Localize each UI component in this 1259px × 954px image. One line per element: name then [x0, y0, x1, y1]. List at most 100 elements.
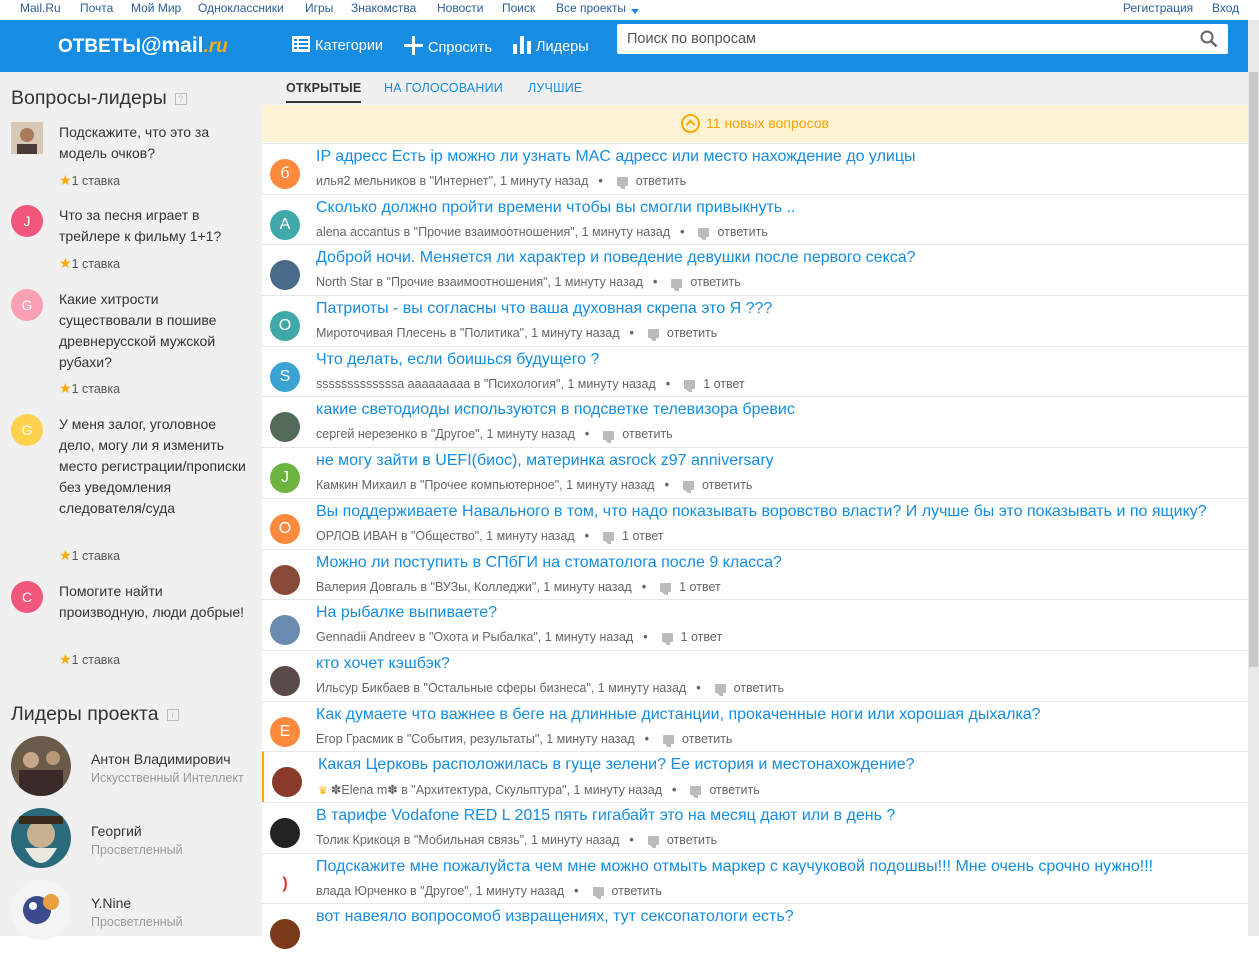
question-title-link[interactable]: В тарифе Vodafone RED L 2015 пять гигаба… [316, 807, 895, 825]
nav-ask[interactable]: Спросить [404, 36, 492, 59]
question-row[interactable]: На рыбалке выпиваете? Gennadii Andreev в … [262, 599, 1258, 650]
question-title-link[interactable]: IP адресс Есть ip можно ли узнать MAC ад… [316, 148, 916, 166]
question-row[interactable]: Какая Церковь расположилась в гуще зелен… [262, 751, 1258, 802]
answer-link[interactable]: ответить [702, 478, 752, 492]
question-title-link[interactable]: Какая Церковь расположилась в гуще зелен… [318, 756, 915, 774]
topnav-link-igry[interactable]: Игры [305, 0, 333, 16]
question-author-category[interactable]: ✽Elena m✽ в "Архитектура, Скульптура", 1… [331, 783, 662, 797]
project-leader-item[interactable]: Антон Владимирович Искусственный Интелле… [11, 736, 261, 796]
answer-link[interactable]: ответить [636, 174, 686, 188]
leader-question-text[interactable]: Подскажите, что это за модель очков? [59, 122, 249, 164]
tab-best[interactable]: ЛУЧШИЕ [528, 81, 582, 95]
avatar[interactable] [270, 412, 300, 443]
register-link[interactable]: Регистрация [1123, 0, 1193, 16]
question-title-link[interactable]: На рыбалке выпиваете? [316, 604, 497, 622]
question-author-category[interactable]: Валерия Довгаль в "ВУЗы, Колледжи", 1 ми… [316, 580, 632, 594]
leader-name[interactable]: Антон Владимирович [91, 751, 231, 767]
answer-link[interactable]: 1 ответ [703, 377, 745, 391]
question-author-category[interactable]: Ильсур Бикбаев в "Остальные сферы бизнес… [316, 681, 686, 695]
answer-link[interactable]: 1 ответ [681, 630, 723, 644]
question-title-link[interactable]: кто хочет кэшбэк? [316, 655, 450, 673]
project-leader-item[interactable]: Георгий Просветленный [11, 808, 261, 868]
question-author-category[interactable]: Егор Грасмик в "События, результаты", 1 … [316, 732, 635, 746]
question-author-category[interactable]: Толик Крикоця в "Мобильная связь", 1 мин… [316, 833, 619, 847]
answer-link[interactable]: ответить [734, 681, 784, 695]
question-row[interactable]: вот навеяло вопросомоб извращениях, тут … [262, 903, 1258, 954]
avatar[interactable] [270, 817, 300, 848]
chevron-down-icon[interactable] [631, 9, 639, 14]
question-author-category[interactable]: илья2 мельников в "Интернет", 1 минуту н… [316, 174, 588, 188]
avatar[interactable]: О [270, 513, 300, 544]
scrollbar[interactable] [1248, 20, 1259, 936]
question-title-link[interactable]: Патриоты - вы согласны что ваша духовная… [316, 300, 772, 318]
question-title-link[interactable]: не могу зайти в UEFI(биос), материнка as… [316, 452, 774, 470]
question-title-link[interactable]: Как думаете что важнее в беге на длинные… [316, 706, 1041, 724]
question-row[interactable]: Можно ли поступить в СПбГИ на стоматолог… [262, 548, 1258, 600]
leader-question-text[interactable]: Какие хитрости существовали в пошиве дре… [59, 289, 249, 373]
nav-categories[interactable]: Категории [292, 36, 383, 56]
avatar[interactable]: E [270, 716, 300, 747]
search-input[interactable] [627, 28, 1187, 50]
project-leader-item[interactable]: Y.Nine Просветленный [11, 880, 261, 940]
avatar[interactable] [270, 564, 300, 595]
topnav-link-moi-mir[interactable]: Мой Мир [131, 0, 181, 16]
question-author-category[interactable]: North Star в "Прочие взаимоотношения", 1… [316, 275, 643, 289]
avatar[interactable] [270, 919, 300, 950]
question-author-category[interactable]: alena accantus в "Прочие взаимоотношения… [316, 225, 670, 239]
answer-link[interactable]: ответить [622, 427, 672, 441]
question-title-link[interactable]: Можно ли поступить в СПбГИ на стоматолог… [316, 554, 782, 572]
avatar[interactable] [11, 808, 71, 868]
question-author-category[interactable]: сергей нерезенко в "Другое", 1 минуту на… [316, 427, 575, 441]
question-title-link[interactable]: Подскажите мне пожалуйста чем мне можно … [316, 858, 1153, 876]
question-title-link[interactable]: какие светодиоды используются в подсветк… [316, 401, 795, 419]
avatar[interactable]: J [270, 463, 300, 494]
question-author-category[interactable]: влада Юрченко в "Другое", 1 минуту назад [316, 884, 564, 898]
question-row[interactable]: В тарифе Vodafone RED L 2015 пять гигаба… [262, 801, 1258, 853]
question-row[interactable]: О Вы поддерживаете Навального в том, что … [262, 497, 1258, 549]
question-row[interactable]: A Сколько должно пройти времени чтобы вы … [262, 193, 1258, 245]
leader-question-text[interactable]: Помогите найти производную, люди добрые! [59, 581, 249, 623]
nav-leaders[interactable]: Лидеры [513, 36, 589, 58]
answer-link[interactable]: ответить [709, 783, 759, 797]
question-author-category[interactable]: Камкин Михаил в "Прочее компьютерное", 1… [316, 478, 655, 492]
question-row[interactable]: какие светодиоды используются в подсветк… [262, 396, 1258, 448]
avatar[interactable] [11, 880, 71, 940]
question-row[interactable]: ) Подскажите мне пожалуйста чем мне можно… [262, 852, 1258, 904]
answer-link[interactable]: 1 ответ [622, 529, 664, 543]
answer-link[interactable]: 1 ответ [679, 580, 721, 594]
answer-link[interactable]: ответить [682, 732, 732, 746]
info-icon[interactable]: i [166, 708, 179, 721]
avatar[interactable] [270, 615, 300, 646]
topnav-link-odnoklassniki[interactable]: Одноклассники [198, 0, 284, 16]
avatar[interactable]: S [270, 361, 300, 392]
avatar[interactable] [11, 736, 71, 796]
question-row[interactable]: S Что делать, если боишься будущего ? ssss… [262, 345, 1258, 397]
topnav-link-znakomstva[interactable]: Знакомства [351, 0, 416, 16]
question-row[interactable]: кто хочет кэшбэк? Ильсур Бикбаев в "Остал… [262, 649, 1258, 701]
question-title-link[interactable]: вот навеяло вопросомоб извращениях, тут … [316, 908, 794, 926]
avatar[interactable] [272, 767, 302, 798]
avatar[interactable] [270, 665, 300, 696]
question-title-link[interactable]: Что делать, если боишься будущего ? [316, 351, 599, 369]
answer-link[interactable]: ответить [690, 275, 740, 289]
leader-name[interactable]: Георгий [91, 823, 142, 839]
login-link[interactable]: Вход [1212, 0, 1239, 16]
new-questions-banner[interactable]: 11 новых вопросов [262, 105, 1248, 142]
question-title-link[interactable]: Вы поддерживаете Навального в том, что н… [316, 503, 1207, 521]
question-author-category[interactable]: ОРЛОВ ИВАН в "Общество", 1 минуту назад [316, 529, 575, 543]
scrollbar-thumb[interactable] [1249, 72, 1258, 667]
topnav-link-mailru[interactable]: Mail.Ru [20, 0, 61, 16]
avatar[interactable]: ) [270, 868, 300, 899]
answer-link[interactable]: ответить [717, 225, 767, 239]
question-row[interactable]: Jне могу зайти в UEFI(биос), материнка a… [262, 447, 1258, 498]
question-author-category[interactable]: Gennadii Andreev в "Охота и Рыбалка", 1 … [316, 630, 633, 644]
tab-open[interactable]: ОТКРЫТЫЕ [286, 81, 362, 103]
question-row[interactable]: Доброй ночи. Меняется ли характер и пове… [262, 244, 1258, 296]
question-title-link[interactable]: Сколько должно пройти времени чтобы вы с… [316, 199, 795, 217]
help-icon[interactable]: ? [174, 92, 187, 105]
question-row[interactable]: б IP адресс Есть ip можно ли узнать MAC а… [262, 143, 1258, 194]
question-author-category[interactable]: sssssssssssssa ааааааааа в "Психология",… [316, 377, 656, 391]
avatar[interactable]: б [270, 159, 300, 189]
question-row[interactable]: О Патриоты - вы согласны что ваша духовна… [262, 295, 1258, 346]
answer-link[interactable]: ответить [667, 326, 717, 340]
